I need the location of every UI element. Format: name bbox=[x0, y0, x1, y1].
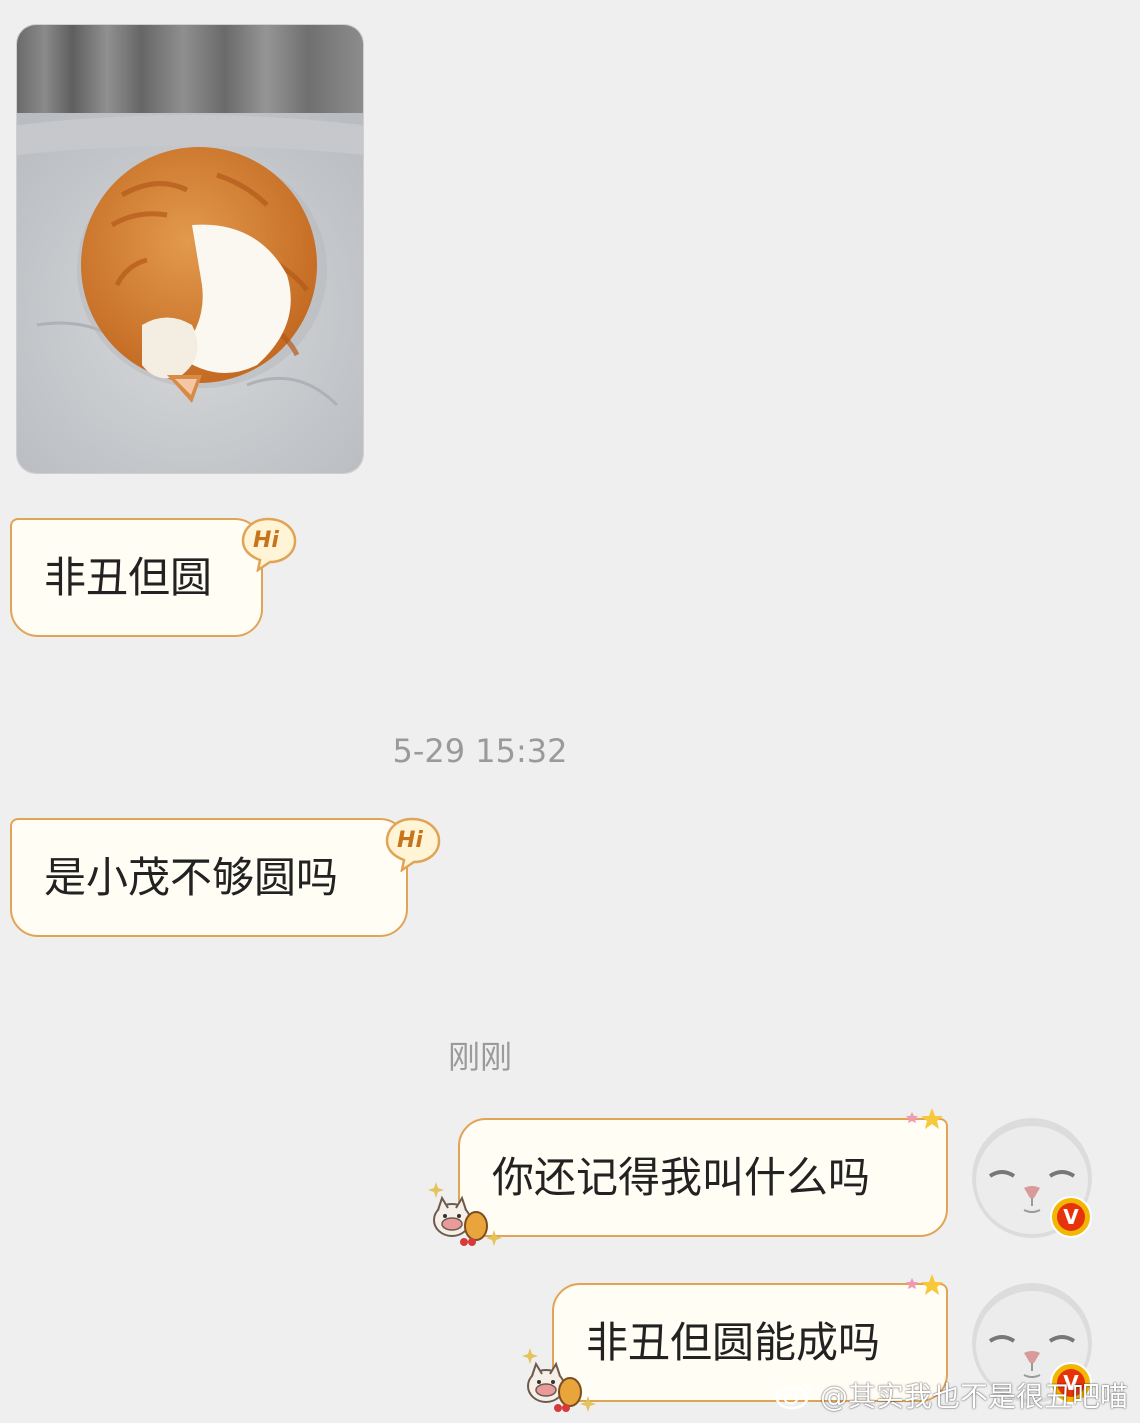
watermark: @其实我也不是很丑吧喵 bbox=[774, 1375, 1128, 1415]
message-text: 是小茂不够圆吗 bbox=[44, 852, 339, 902]
cat-sticker-icon bbox=[428, 1182, 502, 1246]
message-text: 你还记得我叫什么吗 bbox=[492, 1152, 871, 1202]
weibo-icon bbox=[775, 1383, 812, 1410]
message-text: 非丑但圆 bbox=[44, 552, 213, 602]
hi-bubble-icon: Hi bbox=[384, 816, 441, 873]
timestamp: 刚刚 bbox=[447, 1038, 512, 1076]
cat-photo-message[interactable] bbox=[16, 24, 364, 474]
cat-sticker-icon bbox=[522, 1348, 596, 1412]
message-text: 非丑但圆能成吗 bbox=[586, 1317, 881, 1367]
sleeping-cat-photo bbox=[17, 25, 363, 473]
verified-badge-icon: V bbox=[1050, 1196, 1092, 1238]
stars-decoration-icon bbox=[906, 1274, 943, 1295]
sent-message-bubble[interactable]: 你还记得我叫什么吗 bbox=[458, 1118, 948, 1237]
stars-decoration-icon bbox=[906, 1108, 943, 1129]
hi-bubble-icon: Hi bbox=[240, 516, 297, 573]
received-message-bubble[interactable]: 是小茂不够圆吗 bbox=[10, 818, 408, 937]
received-message-bubble[interactable]: 非丑但圆 bbox=[10, 518, 263, 637]
timestamp: 5-29 15:32 bbox=[392, 732, 568, 770]
